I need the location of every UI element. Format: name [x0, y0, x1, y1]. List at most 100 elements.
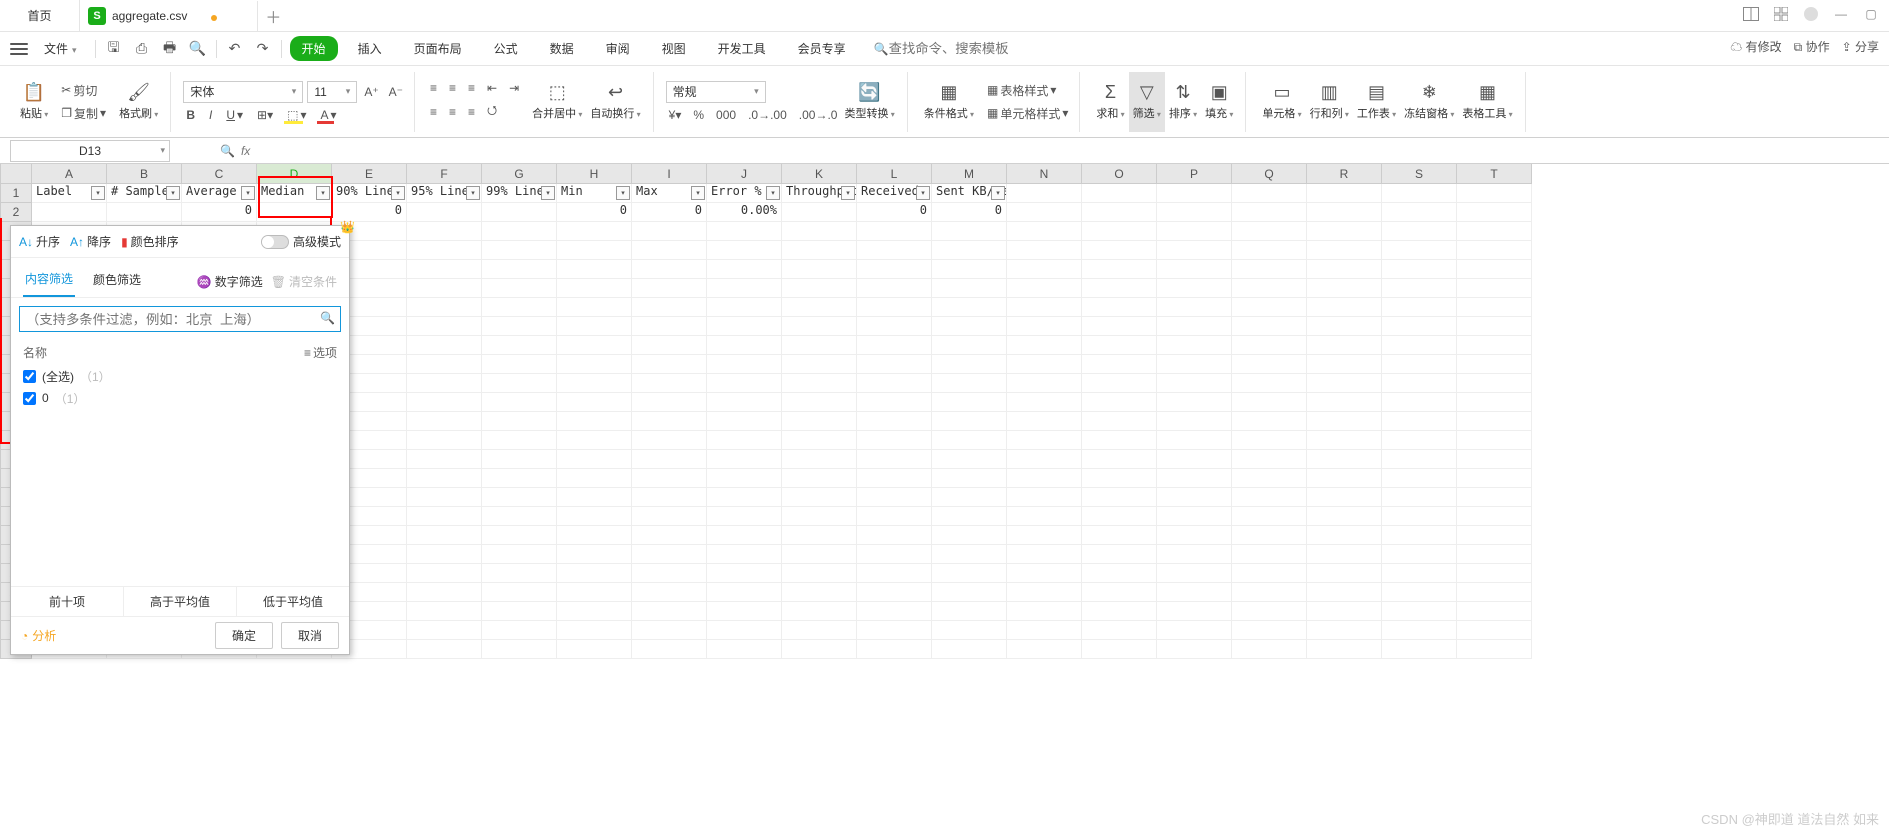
- cell[interactable]: [1157, 279, 1232, 298]
- cell[interactable]: [1082, 564, 1157, 583]
- cell[interactable]: [1307, 298, 1382, 317]
- cell[interactable]: [1007, 526, 1082, 545]
- cell[interactable]: [1382, 583, 1457, 602]
- cell[interactable]: [1082, 507, 1157, 526]
- cell[interactable]: [782, 564, 857, 583]
- cell[interactable]: [482, 279, 557, 298]
- cell[interactable]: [1157, 621, 1232, 640]
- cell[interactable]: [1307, 317, 1382, 336]
- cell[interactable]: [107, 203, 182, 222]
- cut-button[interactable]: ✂ 剪切: [58, 81, 109, 100]
- cell[interactable]: [557, 336, 632, 355]
- col-header-I[interactable]: I: [632, 164, 707, 184]
- cell[interactable]: [1082, 260, 1157, 279]
- cell[interactable]: [482, 545, 557, 564]
- cond-fmt-button[interactable]: ▦条件格式: [920, 72, 978, 132]
- number-filter-button[interactable]: ♒ 数字筛选: [197, 273, 263, 290]
- cell[interactable]: [707, 507, 782, 526]
- cell[interactable]: [482, 450, 557, 469]
- sort-button[interactable]: ⇅排序: [1165, 72, 1201, 132]
- cell[interactable]: [407, 545, 482, 564]
- filter-dropdown[interactable]: ▾: [766, 186, 780, 200]
- cell[interactable]: [1382, 450, 1457, 469]
- cell[interactable]: [707, 621, 782, 640]
- cell[interactable]: [632, 526, 707, 545]
- cell[interactable]: [482, 602, 557, 621]
- cell[interactable]: Min▾: [557, 184, 632, 203]
- cell[interactable]: [1457, 355, 1532, 374]
- cell[interactable]: [482, 583, 557, 602]
- cell[interactable]: [407, 640, 482, 659]
- cell[interactable]: [1007, 222, 1082, 241]
- cell[interactable]: [782, 431, 857, 450]
- cell[interactable]: [1307, 526, 1382, 545]
- cell[interactable]: Median▾: [257, 184, 332, 203]
- cell[interactable]: [407, 222, 482, 241]
- cell[interactable]: [707, 545, 782, 564]
- cell[interactable]: [932, 564, 1007, 583]
- cell[interactable]: [1007, 184, 1082, 203]
- analyze-button[interactable]: ◔ 分析: [21, 627, 56, 644]
- italic-button[interactable]: I: [206, 107, 215, 123]
- cell[interactable]: Average▾: [182, 184, 257, 203]
- cell[interactable]: [407, 241, 482, 260]
- file-tab[interactable]: S aggregate.csv: [80, 1, 258, 31]
- cell[interactable]: [1232, 374, 1307, 393]
- cell[interactable]: [857, 241, 932, 260]
- cell[interactable]: [632, 564, 707, 583]
- cell[interactable]: [1082, 222, 1157, 241]
- cell[interactable]: [1457, 241, 1532, 260]
- cell[interactable]: [407, 355, 482, 374]
- cell[interactable]: [1382, 621, 1457, 640]
- cell[interactable]: [482, 621, 557, 640]
- cell[interactable]: [407, 374, 482, 393]
- cell[interactable]: [482, 317, 557, 336]
- cell[interactable]: [1382, 507, 1457, 526]
- file-menu[interactable]: 文件: [40, 38, 87, 59]
- cell[interactable]: [857, 602, 932, 621]
- paste-button[interactable]: 📋粘贴: [16, 72, 52, 132]
- cell[interactable]: [1457, 507, 1532, 526]
- cell[interactable]: [632, 222, 707, 241]
- cell[interactable]: [857, 640, 932, 659]
- tab-insert[interactable]: 插入: [346, 36, 394, 61]
- cell[interactable]: [557, 431, 632, 450]
- cell[interactable]: [482, 298, 557, 317]
- filter-item-0-checkbox[interactable]: [23, 392, 36, 405]
- cell[interactable]: [932, 526, 1007, 545]
- cell[interactable]: [632, 336, 707, 355]
- cell[interactable]: [782, 203, 857, 222]
- cell[interactable]: [1007, 469, 1082, 488]
- cell[interactable]: [1457, 317, 1532, 336]
- cell[interactable]: [1307, 431, 1382, 450]
- cell[interactable]: [1082, 203, 1157, 222]
- cell[interactable]: Error %▾: [707, 184, 782, 203]
- cell-style-button[interactable]: ▦ 单元格样式 ▾: [984, 104, 1071, 123]
- cell[interactable]: [1007, 317, 1082, 336]
- cell[interactable]: [1232, 393, 1307, 412]
- cell[interactable]: [1307, 241, 1382, 260]
- cell[interactable]: Throughput▾: [782, 184, 857, 203]
- home-tab[interactable]: 首页: [0, 0, 80, 32]
- cell[interactable]: [1082, 336, 1157, 355]
- cell[interactable]: [557, 450, 632, 469]
- cell[interactable]: [557, 393, 632, 412]
- cell[interactable]: [1007, 298, 1082, 317]
- cell[interactable]: [1457, 602, 1532, 621]
- cell[interactable]: [1007, 450, 1082, 469]
- cell[interactable]: [1382, 431, 1457, 450]
- minimize-button[interactable]: —: [1831, 4, 1851, 24]
- cell[interactable]: [1157, 640, 1232, 659]
- cell[interactable]: [1232, 336, 1307, 355]
- copy-button[interactable]: ❐ 复制 ▾: [58, 104, 109, 123]
- cell[interactable]: [1007, 374, 1082, 393]
- col-header-D[interactable]: D: [257, 164, 332, 184]
- clear-filter-button[interactable]: 🗑 清空条件: [271, 273, 337, 290]
- command-search[interactable]: 🔍: [874, 41, 1029, 56]
- border-button[interactable]: ⊞▾: [254, 107, 276, 123]
- cell[interactable]: [1157, 431, 1232, 450]
- fill-color-button[interactable]: ⬚▾: [284, 107, 309, 123]
- cell[interactable]: [1232, 355, 1307, 374]
- cell[interactable]: [932, 317, 1007, 336]
- cell[interactable]: [482, 469, 557, 488]
